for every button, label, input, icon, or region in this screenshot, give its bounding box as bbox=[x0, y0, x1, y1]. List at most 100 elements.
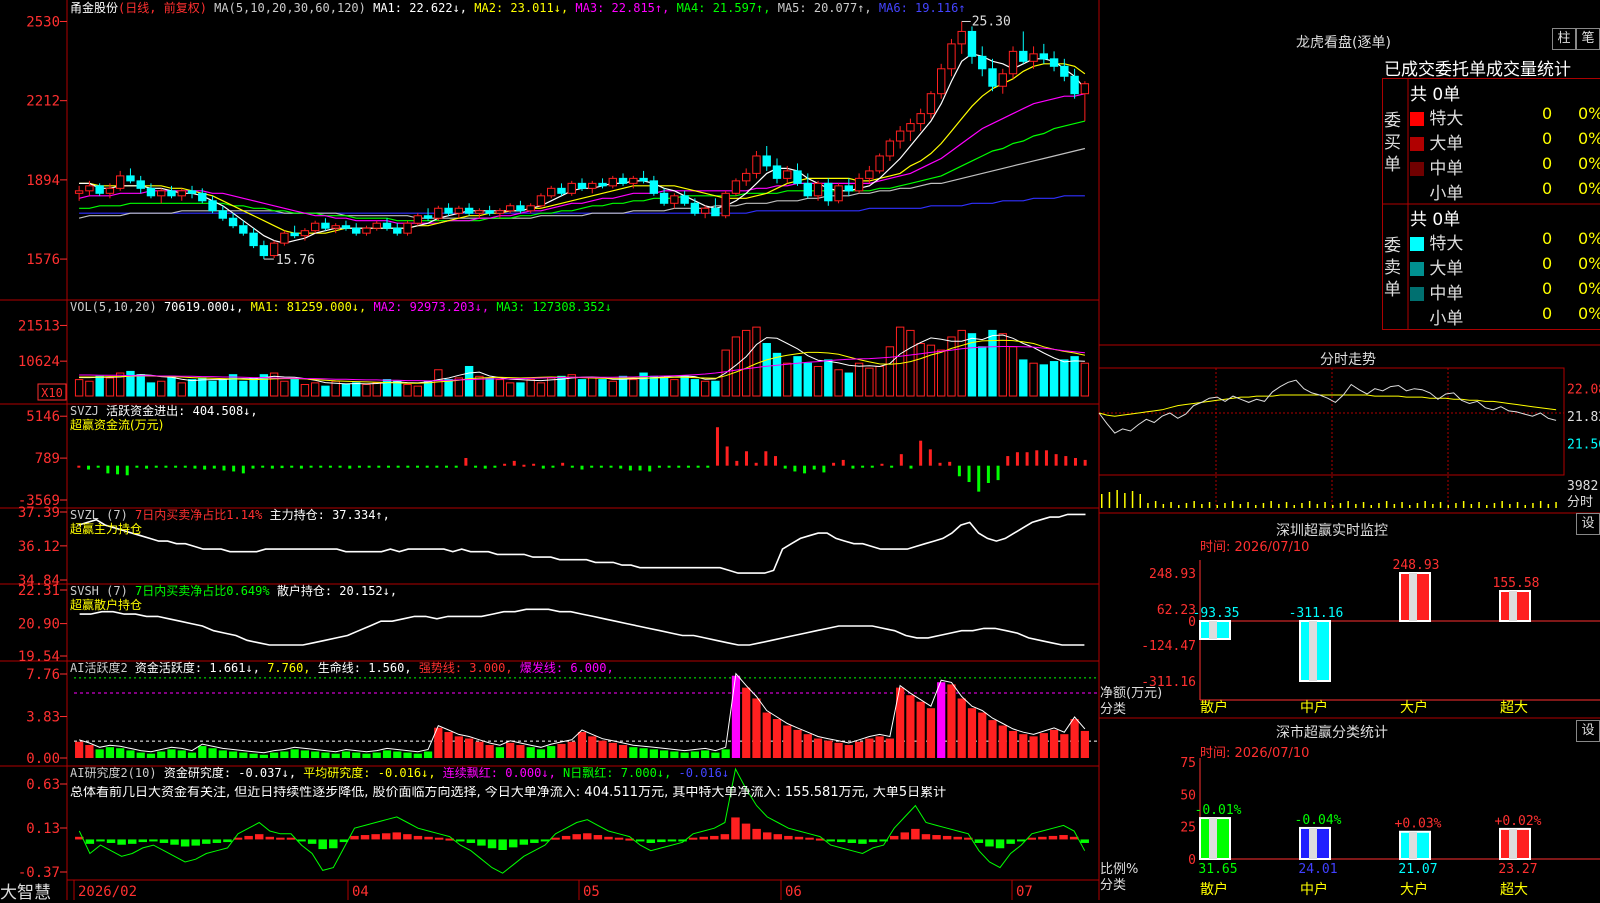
svsh-y-tick-label: 20.90 bbox=[18, 617, 60, 633]
column-view-button[interactable]: 柱 bbox=[1552, 28, 1576, 50]
svzj-bar bbox=[783, 465, 787, 469]
intraday-volume-bar bbox=[1493, 503, 1496, 508]
ai-research-bar bbox=[784, 835, 793, 840]
buy-total: 共 0单 bbox=[1410, 85, 1461, 105]
ai-research-bar bbox=[847, 839, 857, 843]
buy-order-row: 中单 bbox=[1410, 154, 1463, 179]
main-chart-canvas[interactable]: 2530 2212 1894 1576 25.30 15.76 21513 10624 X10 5… bbox=[0, 0, 1600, 900]
volume-bar bbox=[731, 336, 741, 397]
candle-body bbox=[588, 182, 597, 189]
candle-body bbox=[403, 222, 412, 234]
ai-research-bar bbox=[244, 835, 253, 840]
svzj-bar bbox=[870, 465, 874, 468]
svzj-bar bbox=[938, 462, 942, 466]
order-stats-title: 已成交委托单成交量统计 bbox=[1384, 60, 1571, 80]
intraday-volume-bar bbox=[1201, 504, 1203, 508]
monitor-settings-button[interactable]: 设 bbox=[1576, 513, 1600, 535]
sell-order-label: 中单 bbox=[1424, 284, 1464, 304]
ai-research-bar bbox=[635, 839, 645, 842]
svzj-bar bbox=[890, 465, 894, 468]
ai-research-bar bbox=[741, 823, 751, 840]
candle-body bbox=[854, 177, 864, 192]
ai-research-bar bbox=[456, 839, 465, 842]
volume-bar bbox=[239, 380, 248, 397]
stock-name: 甬金股份 bbox=[70, 1, 119, 15]
svzl-name: SVZL (7) bbox=[70, 508, 128, 522]
ai-research-bar bbox=[731, 817, 740, 840]
class-settings-button[interactable]: 设 bbox=[1576, 720, 1600, 742]
intraday-volume-bar bbox=[1339, 503, 1342, 508]
volume-bar bbox=[783, 362, 792, 397]
ai-research-bar bbox=[593, 835, 603, 840]
ai-active-bar bbox=[865, 738, 874, 758]
candle-body bbox=[475, 210, 484, 214]
svzj-bar bbox=[696, 465, 700, 468]
svzj-bar bbox=[590, 465, 594, 468]
volume-bar bbox=[834, 369, 843, 397]
svzj-bar bbox=[435, 465, 439, 468]
intraday-volume-bar bbox=[1509, 504, 1511, 508]
ai-active-bar bbox=[516, 745, 525, 758]
price-header: 甬金股份(日线, 前复权) MA(5,10,20,30,60,120) MA1:… bbox=[70, 1, 966, 15]
volume-bar bbox=[495, 379, 505, 397]
ai-active-bar bbox=[885, 738, 894, 758]
volume-bar bbox=[280, 380, 289, 397]
ai-active-bar bbox=[372, 752, 381, 758]
intraday-volume-bar bbox=[1147, 503, 1149, 508]
ai-active-bar bbox=[1070, 719, 1079, 758]
svzl-pct: 7日内买卖净占比1.14% bbox=[135, 508, 263, 522]
svzj-bar bbox=[261, 465, 265, 468]
intraday-volume-bar bbox=[1385, 501, 1388, 508]
volume-bar bbox=[403, 384, 412, 397]
sell-order-count: 0 bbox=[1542, 304, 1553, 323]
monitor-value-label: -311.16 bbox=[1289, 606, 1344, 621]
candle-body bbox=[721, 192, 730, 217]
volume-y-tick-label: 10624 bbox=[18, 354, 60, 370]
ai-active-bar bbox=[639, 748, 648, 758]
ai-active-bar bbox=[916, 701, 925, 758]
ai-research-bar bbox=[413, 835, 423, 840]
svzj-bar bbox=[445, 465, 449, 468]
candle-body bbox=[505, 205, 515, 212]
ai-research-bar bbox=[519, 839, 529, 845]
class-tick-label: 75 bbox=[1180, 756, 1196, 771]
ai-active-bar bbox=[978, 712, 987, 758]
buy-order-count: 0 bbox=[1542, 179, 1553, 198]
svzj-bar bbox=[532, 463, 536, 466]
volume-bar bbox=[146, 382, 156, 397]
ai-active-y-tick-label: 7.76 bbox=[26, 667, 60, 683]
volume-bar bbox=[1060, 359, 1069, 397]
candle-body bbox=[793, 170, 802, 184]
ai-research-bar bbox=[381, 833, 391, 840]
ai-research-bar bbox=[995, 839, 1005, 849]
svzj-y-tick-label: 789 bbox=[35, 451, 60, 467]
ai-research-bar bbox=[614, 837, 624, 840]
svzj-bar bbox=[222, 465, 226, 471]
ai-research-bar bbox=[1059, 835, 1068, 840]
candle-body bbox=[177, 190, 186, 197]
candle-body bbox=[700, 207, 710, 214]
candle-body bbox=[618, 177, 628, 184]
tick-view-button[interactable]: 笔 bbox=[1576, 28, 1600, 50]
candle-body bbox=[752, 155, 761, 174]
ai-active-bar bbox=[649, 749, 658, 758]
candle-body bbox=[978, 55, 987, 70]
svzj-bar bbox=[454, 465, 458, 468]
candle-body bbox=[547, 187, 556, 197]
svzj-bar bbox=[348, 465, 352, 469]
ma4-value: MA4: 21.597↑, bbox=[676, 1, 771, 15]
dragon-title: 龙虎看盘(逐单) bbox=[1296, 35, 1391, 51]
svzj-bar bbox=[619, 465, 623, 469]
volume-bar bbox=[485, 377, 494, 397]
monitor-xlabel: 分类 bbox=[1100, 702, 1127, 717]
sell-order-label: 特大 bbox=[1424, 234, 1464, 254]
ai-active-bar bbox=[280, 751, 289, 758]
svzj-bar bbox=[967, 465, 971, 483]
ai-active-bar bbox=[485, 745, 494, 758]
ai-research-bar bbox=[434, 837, 444, 840]
volume-bar bbox=[1080, 362, 1090, 397]
sell-order-percent: 0% bbox=[1578, 229, 1600, 248]
intraday-unit-label: 分时 bbox=[1567, 495, 1593, 510]
svzj-bar bbox=[580, 465, 584, 470]
class-category-label: 大户 bbox=[1400, 881, 1428, 898]
